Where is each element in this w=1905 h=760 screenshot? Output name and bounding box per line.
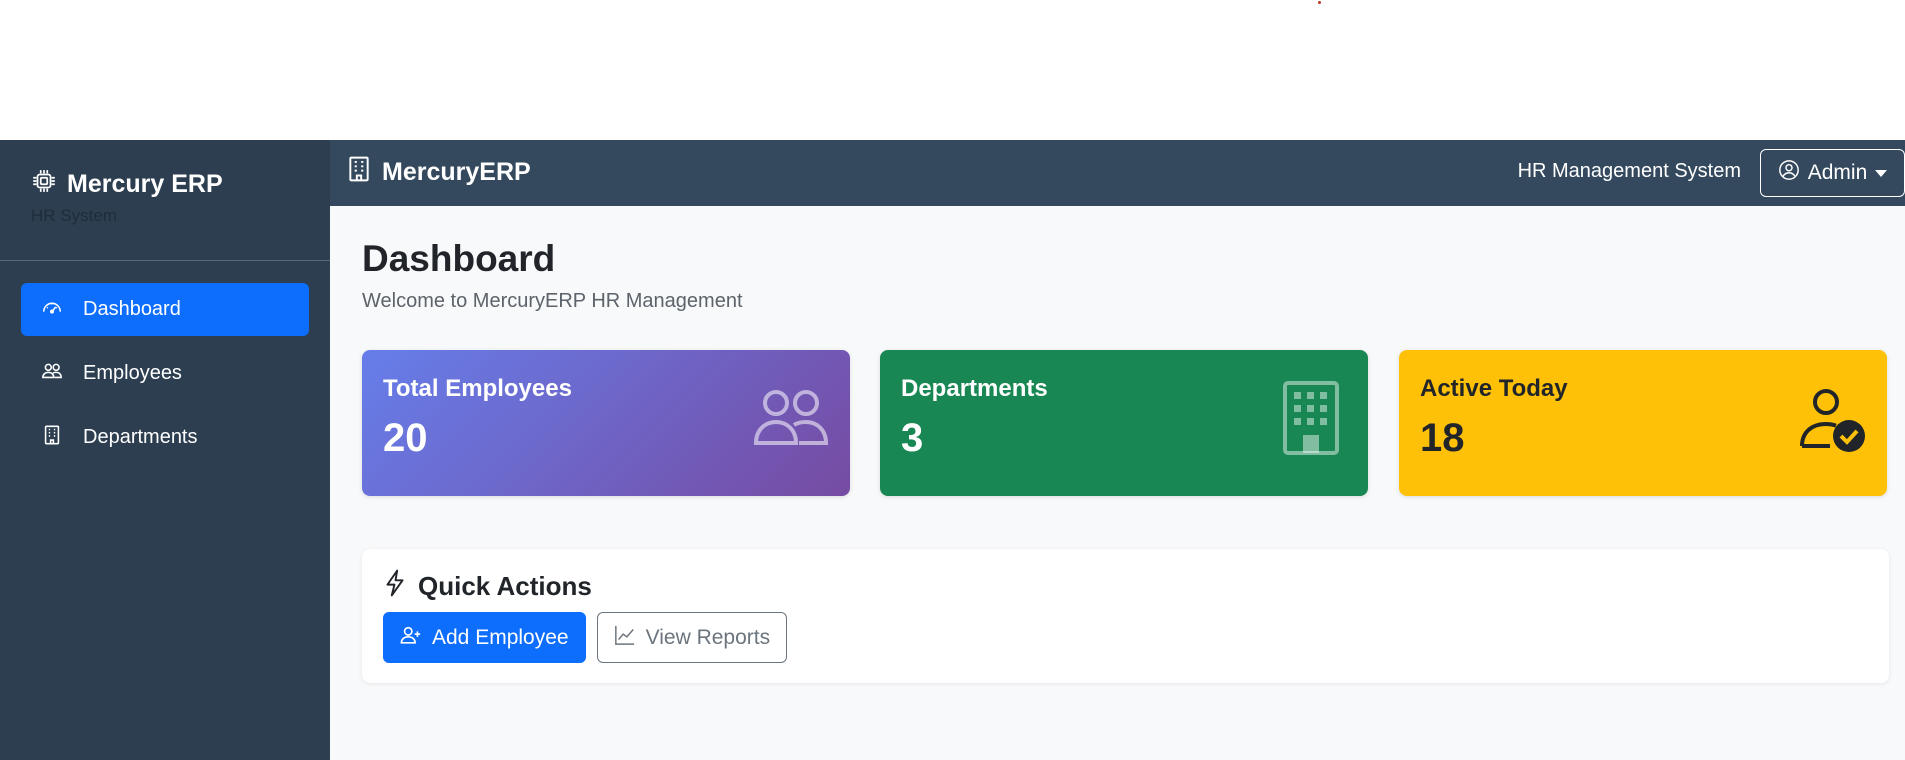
main-content: Dashboard Welcome to MercuryERP HR Manag… [330, 206, 1905, 760]
navbar-brand[interactable]: MercuryERP [348, 156, 531, 189]
sidebar-item-dashboard[interactable]: Dashboard [21, 283, 309, 336]
add-employee-button[interactable]: Add Employee [383, 612, 586, 663]
sidebar-divider [0, 260, 330, 261]
admin-label: Admin [1807, 161, 1868, 184]
quick-actions-header: Quick Actions [384, 569, 592, 604]
stat-card-active-today: Active Today 18 [1399, 350, 1887, 496]
page-subtitle: Welcome to MercuryERP HR Management [362, 290, 743, 312]
people-icon [41, 360, 63, 388]
stat-value: 3 [901, 416, 924, 460]
lightning-icon [384, 569, 406, 604]
person-circle-icon [1778, 159, 1800, 187]
sidebar-item-label: Dashboard [83, 298, 181, 320]
cpu-icon [31, 168, 57, 201]
quick-actions-panel: Quick Actions Add Employee View Reports [362, 549, 1889, 683]
top-navbar: MercuryERP HR Management System Admin [330, 140, 1905, 206]
stat-label: Active Today [1420, 375, 1568, 402]
page-title: Dashboard [362, 238, 556, 279]
system-name: HR Management System [1517, 160, 1741, 182]
line-chart-icon [614, 624, 636, 652]
sidebar-item-label: Employees [83, 362, 182, 384]
sidebar-nav: Dashboard Employees Departments [21, 283, 309, 475]
chevron-down-icon [1875, 169, 1888, 177]
sidebar-brand[interactable]: Mercury ERP [31, 168, 223, 201]
building-icon [41, 424, 63, 452]
view-reports-button[interactable]: View Reports [596, 612, 788, 663]
quick-actions-title: Quick Actions [418, 571, 592, 601]
red-dot [1318, 1, 1321, 4]
stat-label: Total Employees [383, 375, 572, 402]
person-check-icon [1799, 388, 1867, 459]
person-plus-icon [400, 624, 422, 652]
stat-card-total-employees: Total Employees 20 [362, 350, 850, 496]
stat-value: 18 [1420, 416, 1465, 460]
building-icon [1282, 380, 1340, 461]
add-employee-label: Add Employee [432, 625, 569, 649]
people-icon [753, 388, 830, 451]
stat-label: Departments [901, 375, 1048, 402]
top-blank-area [0, 0, 1905, 140]
view-reports-label: View Reports [645, 625, 771, 649]
sidebar: Mercury ERP HR System Dashboard Employee… [0, 140, 330, 760]
admin-dropdown-button[interactable]: Admin [1760, 149, 1905, 197]
sidebar-subtitle: HR System [31, 206, 117, 225]
stat-value: 20 [383, 416, 428, 460]
sidebar-item-departments[interactable]: Departments [21, 411, 309, 464]
building-icon [348, 156, 370, 189]
speedometer-icon [41, 296, 63, 324]
sidebar-brand-label: Mercury ERP [67, 170, 223, 198]
sidebar-item-label: Departments [83, 426, 198, 448]
quick-actions-buttons: Add Employee View Reports [383, 612, 788, 663]
sidebar-item-employees[interactable]: Employees [21, 347, 309, 400]
stat-card-departments: Departments 3 [880, 350, 1368, 496]
navbar-brand-label: MercuryERP [382, 158, 531, 186]
